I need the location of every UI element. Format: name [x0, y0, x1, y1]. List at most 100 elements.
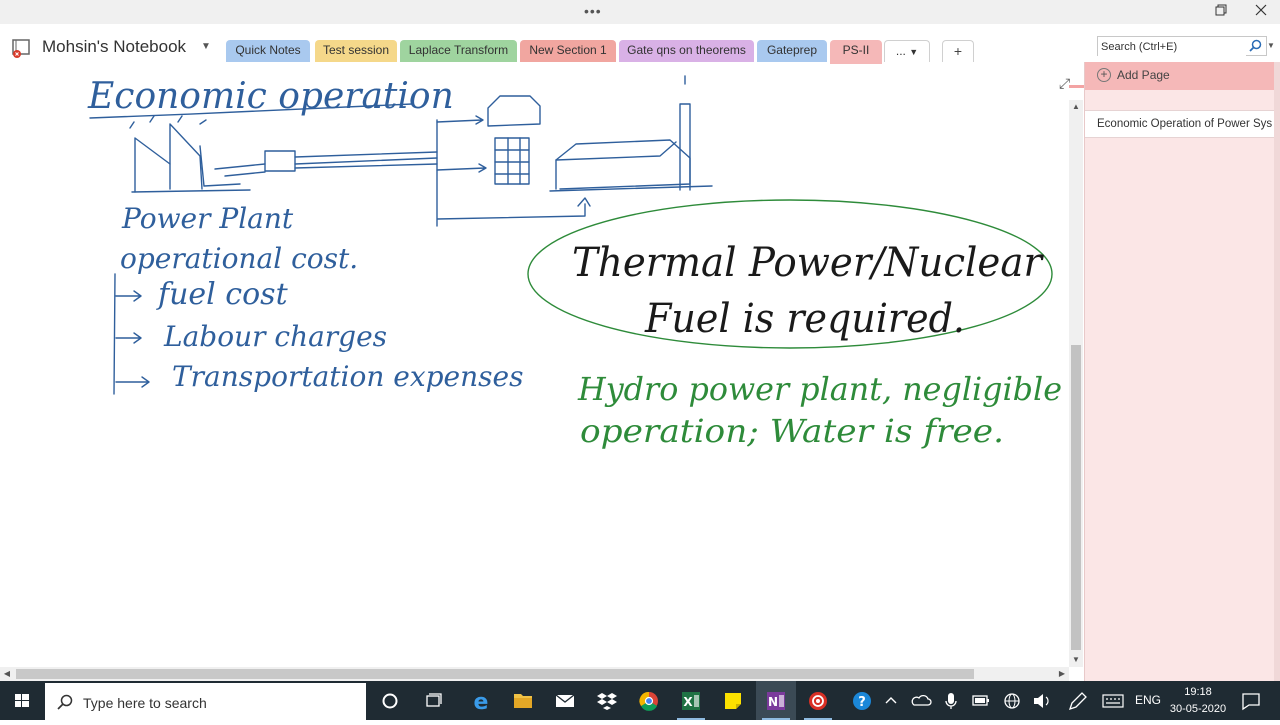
notebook-dropdown-icon[interactable]: ▼ — [201, 41, 211, 52]
edge-app[interactable]: e — [461, 681, 501, 720]
onenote-app[interactable]: N — [756, 681, 796, 720]
scroll-right-icon[interactable]: ▶ — [1055, 667, 1069, 681]
close-window-button[interactable] — [1241, 0, 1280, 24]
edge-icon: e — [474, 690, 489, 715]
cost-item-labour: Labour charges — [163, 320, 387, 353]
close-icon — [1255, 4, 1267, 16]
add-circle-icon: + — [1097, 68, 1111, 82]
battery-tray-button[interactable] — [966, 681, 996, 720]
taskbar-search-box[interactable]: Type here to search — [45, 683, 366, 720]
restore-icon — [1215, 4, 1227, 16]
page-list-panel: + Add Page Economic Operation of Power S… — [1084, 62, 1280, 681]
chrome-icon — [639, 691, 658, 711]
mail-app[interactable] — [545, 681, 585, 720]
help-tray-button[interactable]: ? — [846, 681, 878, 720]
horizontal-scrollbar[interactable]: ◀ ▶ — [0, 667, 1069, 681]
excel-app[interactable]: X — [671, 681, 711, 720]
windows-logo-icon — [15, 694, 29, 707]
more-sections-button[interactable]: ... ▼ — [884, 40, 930, 62]
chevron-down-icon: ▼ — [909, 47, 919, 57]
language-label: ENG — [1134, 693, 1161, 707]
page-item[interactable]: Economic Operation of Power Sys — [1085, 110, 1275, 138]
bullet-arrow-2 — [115, 332, 142, 344]
action-center-button[interactable] — [1236, 681, 1266, 720]
globe-icon — [1004, 693, 1020, 709]
search-icon — [57, 694, 73, 710]
vertical-scroll-thumb[interactable] — [1071, 345, 1081, 650]
page-panel-scrollbar[interactable] — [1274, 62, 1280, 681]
search-box[interactable] — [1097, 36, 1267, 56]
cortana-button[interactable] — [370, 681, 410, 720]
dropbox-icon — [597, 693, 617, 710]
thermal-line-1: Thermal Power/Nuclear — [572, 240, 1045, 286]
page-canvas[interactable]: Economic operation Power Plant operation… — [0, 64, 1069, 667]
task-view-button[interactable] — [414, 681, 454, 720]
svg-text:e: e — [474, 690, 489, 715]
sticky-notes-app[interactable] — [713, 681, 753, 720]
start-button[interactable] — [0, 681, 44, 720]
pen-workspace-button[interactable] — [1062, 681, 1090, 720]
show-hidden-icons-button[interactable] — [880, 681, 902, 720]
vertical-scrollbar[interactable]: ▲ ▼ — [1069, 100, 1083, 667]
add-page-button[interactable]: + Add Page — [1085, 62, 1280, 90]
screen-recorder-icon — [809, 692, 827, 710]
tab-ps-ii[interactable]: PS-II — [830, 40, 882, 65]
scroll-up-icon[interactable]: ▲ — [1069, 100, 1083, 114]
transformer-box — [264, 150, 296, 172]
tab-test-session[interactable]: Test session — [315, 40, 397, 62]
horizontal-scroll-thumb[interactable] — [16, 669, 974, 679]
tab-new-section-1[interactable]: New Section 1 — [520, 40, 616, 62]
plant-label-1: Power Plant — [121, 202, 294, 235]
folder-icon — [514, 694, 532, 708]
speaker-icon — [1034, 694, 1049, 708]
dropbox-app[interactable] — [587, 681, 627, 720]
arrow-to-building — [436, 163, 487, 173]
excel-icon: X — [682, 692, 700, 710]
scroll-down-icon[interactable]: ▼ — [1069, 653, 1083, 667]
input-language-button[interactable]: ENG — [1132, 681, 1164, 720]
clock-time: 19:18 — [1184, 686, 1212, 698]
mail-icon — [555, 694, 575, 707]
notification-icon — [1242, 693, 1260, 711]
microphone-tray-button[interactable] — [938, 681, 964, 720]
hydro-line-2: operation; Water is free. — [580, 412, 1004, 450]
recorder-app[interactable] — [798, 681, 838, 720]
bullet-arrow-3 — [115, 376, 150, 388]
plant-base — [131, 189, 251, 193]
window-grip-dots[interactable]: ••• — [584, 3, 602, 19]
task-view-icon — [426, 693, 442, 707]
arrow-to-house — [436, 115, 484, 125]
scroll-left-icon[interactable]: ◀ — [0, 667, 14, 681]
add-section-button[interactable]: + — [942, 40, 974, 62]
touch-keyboard-button[interactable] — [1098, 681, 1128, 720]
restore-window-button[interactable] — [1201, 0, 1241, 24]
plant-chimney-2 — [169, 123, 203, 190]
file-explorer-app[interactable] — [503, 681, 543, 720]
search-scope-dropdown-icon[interactable]: ▼ — [1267, 41, 1275, 50]
ink-drawing: Economic operation Power Plant operation… — [87, 75, 1062, 450]
onenote-icon: N — [767, 692, 785, 710]
cost-item-transportation: Transportation expenses — [172, 360, 523, 393]
volume-tray-button[interactable] — [1028, 681, 1054, 720]
tab-gateprep[interactable]: Gateprep — [757, 40, 827, 62]
sticky-notes-icon — [725, 693, 741, 709]
chrome-app[interactable] — [629, 681, 669, 720]
search-icon[interactable] — [1249, 39, 1262, 52]
onedrive-tray-button[interactable] — [906, 681, 936, 720]
pen-icon — [1068, 692, 1087, 711]
factory-chimney — [679, 75, 691, 191]
plant-roof — [199, 145, 241, 187]
tab-quick-notes[interactable]: Quick Notes — [226, 40, 310, 62]
cloud-icon — [911, 694, 932, 706]
network-tray-button[interactable] — [998, 681, 1026, 720]
arrow-to-factory — [577, 197, 591, 207]
full-page-view-icon[interactable]: ⤢ — [1059, 75, 1070, 92]
search-input[interactable] — [1098, 38, 1246, 56]
tab-gate-qns-on-theorems[interactable]: Gate qns on theorems — [619, 40, 754, 62]
tab-laplace-transform[interactable]: Laplace Transform — [400, 40, 517, 62]
clock-button[interactable]: 19:18 30-05-2020 — [1166, 681, 1230, 720]
distribution-bus — [436, 119, 586, 227]
cost-item-fuel: fuel cost — [156, 277, 289, 312]
svg-text:X: X — [683, 695, 693, 709]
notebook-name[interactable]: Mohsin's Notebook — [42, 37, 186, 57]
